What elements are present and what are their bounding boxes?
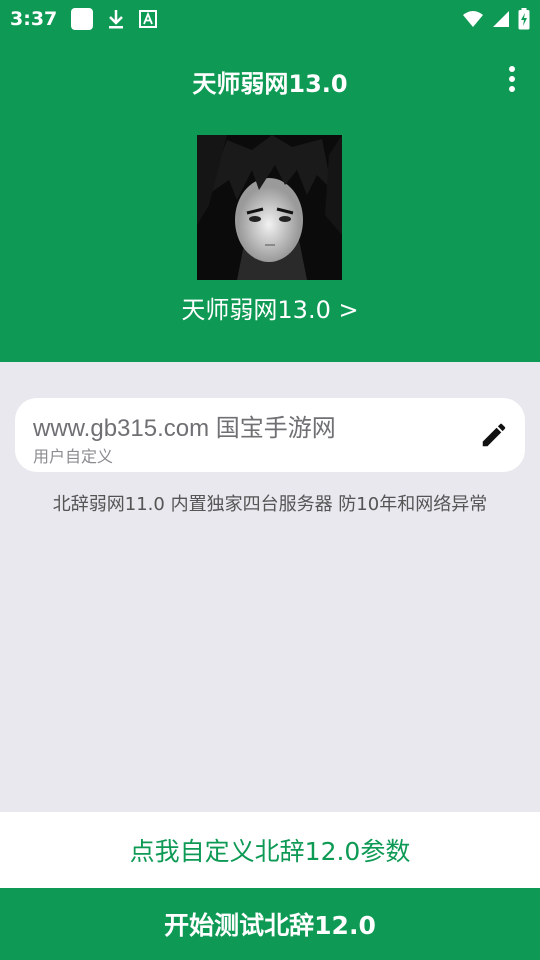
custom-input-field[interactable]: www.gb315.com 国宝手游网 用户自定义 (15, 398, 525, 472)
download-icon (109, 10, 124, 29)
input-hint: 用户自定义 (33, 447, 114, 466)
profile-name[interactable]: 天师弱网13.0 > (0, 290, 540, 325)
edit-pencil-icon[interactable] (479, 420, 509, 450)
status-bar: 3:37 (0, 0, 540, 38)
notification-icons (71, 8, 158, 30)
customize-params-button[interactable]: 点我自定义北辞12.0参数 (0, 812, 540, 888)
signal-icon (493, 11, 509, 27)
system-icons (462, 8, 530, 30)
content-panel: www.gb315.com 国宝手游网 用户自定义 北辞弱网11.0 内置独家四… (0, 362, 540, 812)
wifi-icon (463, 11, 483, 27)
app-header: 天师弱网13.0 天师弱网13.0 > (0, 38, 540, 362)
input-value[interactable]: www.gb315.com 国宝手游网 (33, 408, 336, 443)
more-vert-icon[interactable] (502, 64, 522, 94)
app-notification-icon (71, 8, 94, 30)
start-test-button[interactable]: 开始测试北辞12.0 (0, 888, 540, 960)
battery-charging-icon (518, 8, 530, 30)
avatar[interactable] (197, 135, 342, 280)
avatar-image (197, 135, 342, 280)
info-text: 北辞弱网11.0 内置独家四台服务器 防10年和网络异常 (52, 494, 488, 515)
status-time: 3:37 (10, 8, 58, 30)
app-title: 天师弱网13.0 (192, 70, 348, 98)
text-a-icon (139, 10, 158, 28)
